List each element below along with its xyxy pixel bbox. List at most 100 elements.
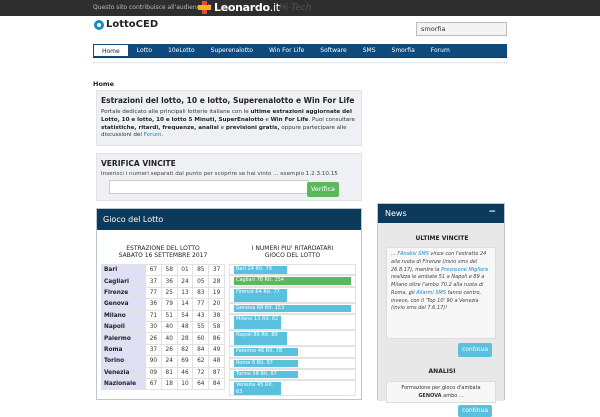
- number-cell: 30: [145, 320, 162, 334]
- number-cell: 09: [145, 366, 162, 379]
- ritardo-bar[interactable]: Palermo 46 Rit. 78: [234, 348, 298, 356]
- table-row: Torino 90 24 69 62 48: [101, 355, 225, 368]
- city-cell[interactable]: Torino: [101, 355, 146, 368]
- allarmi-sms-link[interactable]: Allarmi SMS: [416, 290, 446, 296]
- number-cell: 58: [208, 320, 225, 334]
- city-cell[interactable]: Milano: [101, 309, 146, 322]
- leonardo-logo-text[interactable]: Leonardo.it: [214, 1, 280, 14]
- number-cell: 64: [192, 377, 210, 391]
- site-logo[interactable]: LottoCED: [94, 19, 158, 30]
- verify-button[interactable]: Verifica: [307, 182, 339, 197]
- city-cell[interactable]: Roma: [101, 343, 146, 357]
- nav-item[interactable]: Forum: [423, 44, 458, 57]
- nav-item[interactable]: 10eLotto: [160, 44, 203, 57]
- lotto-panel: Gioco del Lotto ESTRAZIONE DEL LOTTO SABA…: [96, 208, 362, 400]
- number-cell: 05: [192, 275, 210, 288]
- number-cell: 37: [208, 263, 225, 277]
- city-cell[interactable]: Cagliari: [101, 275, 146, 288]
- list-item: Milano 13 Rit. 82: [229, 314, 356, 331]
- ritardo-bar[interactable]: Venezia 45 Rit. 63: [234, 382, 281, 396]
- table-row: Nazionale 67 18 10 64 84: [101, 377, 225, 391]
- continua-button[interactable]: continua: [458, 343, 492, 357]
- city-cell[interactable]: Napoli: [101, 320, 146, 334]
- breadcrumb[interactable]: Home: [93, 80, 114, 88]
- number-cell: 46: [176, 366, 194, 379]
- number-cell: 37: [145, 343, 162, 357]
- number-cell: 37: [145, 275, 162, 288]
- leonardo-section[interactable]: Hi-Tech: [279, 3, 311, 13]
- list-item: Genova 68 Rit. 153: [229, 302, 356, 315]
- list-item: Cagliari 78 Rit. 154: [229, 275, 356, 287]
- number-cell: 36: [145, 298, 162, 311]
- number-cell: 28: [176, 332, 194, 345]
- lotto-panel-title: Gioco del Lotto: [97, 209, 361, 230]
- news-body: ULTIME VINCITE ... l'Analisi SMS vince c…: [378, 223, 504, 417]
- city-cell[interactable]: Genova: [101, 298, 146, 311]
- table-row: Bari 67 58 01 85 37: [101, 263, 225, 277]
- city-cell[interactable]: Bari: [101, 263, 146, 277]
- list-item: Roma 6 Rit. 97: [229, 357, 356, 369]
- table-row: Cagliari 37 36 24 05 28: [101, 275, 225, 288]
- previsione-migliore-link[interactable]: Previsione Migliore: [441, 267, 488, 273]
- nav-item[interactable]: Software: [312, 44, 354, 57]
- ritardo-bar[interactable]: Cagliari 78 Rit. 154: [234, 277, 351, 285]
- forum-link[interactable]: Forum: [144, 132, 162, 138]
- number-cell: 62: [192, 355, 210, 368]
- number-cell: 01: [176, 263, 194, 277]
- analisi-continua-button[interactable]: continua: [458, 405, 492, 417]
- number-cell: 72: [192, 366, 210, 379]
- ritardo-bar[interactable]: Torino 58 Rit. 87: [234, 370, 298, 379]
- number-cell: 67: [145, 377, 162, 391]
- ritardo-bar[interactable]: Genova 68 Rit. 153: [234, 304, 351, 313]
- ritardo-bar[interactable]: Roma 6 Rit. 97: [234, 359, 298, 368]
- ritardo-bar[interactable]: Napoli 86 Rit. 89: [234, 332, 287, 346]
- number-cell: 71: [145, 309, 162, 322]
- estrazione-title: ESTRAZIONE DEL LOTTO SABATO 16 SETTEMBRE …: [118, 245, 208, 260]
- nav-item[interactable]: Win For Life: [261, 44, 312, 57]
- ritardo-bar[interactable]: Firenze 64 Rit. 77: [234, 288, 287, 302]
- number-cell: 82: [176, 343, 194, 357]
- list-item: Bari 24 Rit. 79: [229, 264, 356, 276]
- nav-item[interactable]: Home: [93, 44, 129, 57]
- nav-item[interactable]: Smorfia: [384, 44, 423, 57]
- intro-title: Estrazioni del lotto, 10 e lotto, Supere…: [101, 96, 355, 105]
- nav-item[interactable]: Superenalotto: [203, 44, 261, 57]
- ritardo-bar[interactable]: Bari 24 Rit. 79: [234, 266, 287, 274]
- city-cell[interactable]: Palermo: [101, 332, 146, 345]
- list-item: Palermo 46 Rit. 78: [229, 346, 356, 358]
- verify-numbers-input[interactable]: [109, 180, 309, 194]
- nav-item[interactable]: Lotto: [129, 44, 160, 57]
- list-item: Torino 58 Rit. 87: [229, 368, 356, 381]
- news-panel: News − ULTIME VINCITE ... l'Analisi SMS …: [377, 203, 505, 417]
- number-cell: 54: [176, 309, 194, 322]
- lottoced-logo-icon: [94, 19, 104, 30]
- table-row: Palermo 26 40 28 60 86: [101, 332, 225, 345]
- table-row: Genova 36 79 14 77 20: [101, 298, 225, 311]
- ritardatari-list: Bari 24 Rit. 79 Cagliari 78 Rit. 154 Firen…: [229, 264, 356, 397]
- number-cell: 26: [160, 343, 178, 357]
- nav-item[interactable]: SMS: [355, 44, 384, 57]
- table-row: Milano 71 51 54 43 38: [101, 309, 225, 322]
- ritardo-bar[interactable]: Milano 13 Rit. 82: [234, 316, 281, 330]
- search-input[interactable]: [416, 22, 507, 36]
- ritardatari-title: I NUMERI PIU' RITARDATARI GIOCO DEL LOTTO: [251, 245, 334, 260]
- number-cell: 49: [208, 343, 225, 357]
- analisi-sms-link[interactable]: Analisi SMS: [400, 251, 429, 257]
- city-cell[interactable]: Nazionale: [101, 377, 146, 391]
- number-cell: 79: [160, 298, 178, 311]
- city-cell[interactable]: Venezia: [101, 366, 146, 379]
- number-cell: 24: [176, 275, 194, 288]
- number-cell: 40: [160, 320, 178, 334]
- city-cell[interactable]: Firenze: [101, 286, 146, 300]
- news-title: News: [385, 209, 407, 218]
- collapse-icon[interactable]: −: [488, 207, 496, 217]
- number-cell: 36: [160, 275, 178, 288]
- number-cell: 58: [160, 263, 178, 277]
- analisi-title: ANALISI: [428, 368, 456, 375]
- leonardo-logo-icon[interactable]: [198, 1, 211, 14]
- number-cell: 24: [160, 355, 178, 368]
- intro-box: Estrazioni del lotto, 10 e lotto, Supere…: [96, 90, 362, 146]
- list-item: Firenze 64 Rit. 77: [229, 286, 356, 303]
- number-cell: 48: [208, 355, 225, 368]
- verify-title: VERIFICA VINCITE: [101, 159, 176, 168]
